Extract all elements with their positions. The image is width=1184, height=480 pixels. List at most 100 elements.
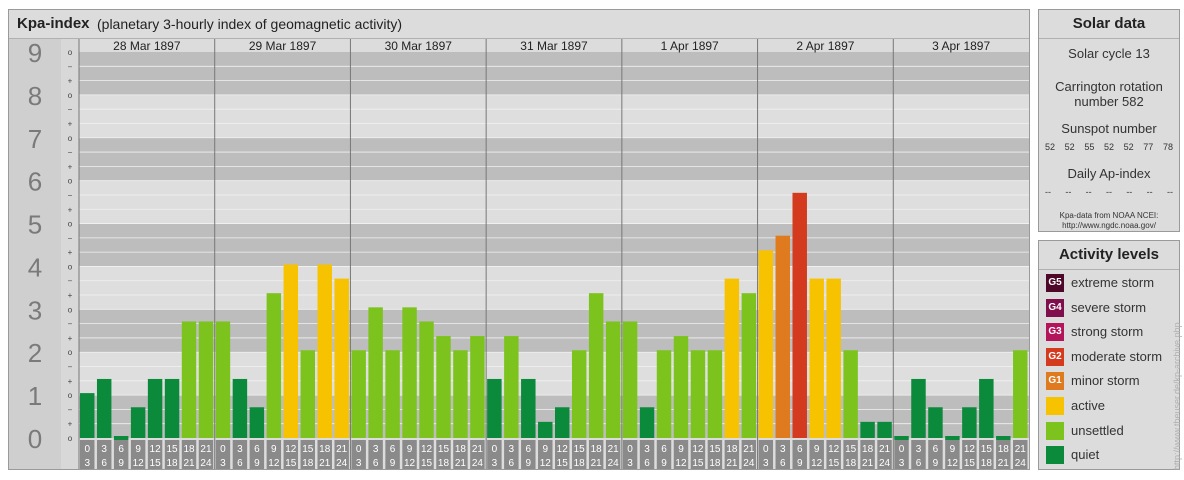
carrington-line-2: number 582 [1074,94,1144,109]
kp-bar [232,378,248,438]
interval-start: 6 [118,444,124,455]
interval-start: 21 [743,444,755,455]
interval-start: 3 [780,444,786,455]
interval-start: 12 [964,444,976,455]
sub-tick-label: − [68,320,73,329]
y-tick-label: 0 [28,424,42,454]
sub-tick-label: + [68,205,73,214]
kp-bar [470,336,485,438]
ap-value-1: -- [1065,187,1072,197]
sub-tick-label: + [68,377,73,386]
kp-bar [555,407,570,438]
interval-end: 21 [319,458,331,469]
y-tick-label: 4 [28,252,42,282]
legend-swatch: G2 [1046,347,1064,366]
interval-start: 18 [862,444,874,455]
interval-start: 0 [492,444,498,455]
kp-bar [588,293,604,438]
y-tick-label: 2 [28,338,42,368]
kp-bar [1013,350,1028,438]
sub-tick-label: + [68,119,73,128]
interval-start: 18 [455,444,467,455]
y-tick-label: 7 [28,124,42,154]
sub-tick-label: o [68,177,73,186]
kp-bar [334,278,349,438]
interval-start: 15 [438,444,450,455]
interval-end: 9 [526,458,532,469]
sub-tick-label: + [68,248,73,257]
interval-start: 3 [237,444,243,455]
sub-tick-label: o [68,220,73,229]
interval-start: 18 [998,444,1010,455]
interval-start: 3 [644,444,650,455]
kp-bar [368,307,383,438]
sub-tick-label: − [68,62,73,71]
kp-bar [164,378,180,438]
kp-bar [962,407,977,438]
sub-tick-label: − [68,234,73,243]
interval-end: 15 [557,458,569,469]
interval-start: 3 [916,444,922,455]
interval-start: 6 [526,444,532,455]
kp-bar [351,350,366,438]
sub-tick-label: + [68,334,73,343]
legend-swatch: G3 [1046,323,1064,342]
sub-tick-label: + [68,77,73,86]
kp-bar [928,407,943,438]
sub-tick-label: − [68,277,73,286]
interval-end: 3 [492,458,498,469]
interval-end: 12 [133,458,145,469]
interval-end: 6 [644,458,650,469]
interval-start: 6 [390,444,396,455]
legend-label: minor storm [1071,373,1140,389]
interval-start: 3 [101,444,107,455]
kp-bar [945,436,960,440]
kp-bar [147,378,163,438]
kp-bar [181,321,197,438]
interval-end: 9 [390,458,396,469]
kp-bar [402,307,417,438]
interval-start: 9 [271,444,277,455]
interval-end: 3 [899,458,905,469]
interval-start: 18 [183,444,195,455]
interval-start: 9 [135,444,141,455]
kp-bar [690,350,706,438]
interval-end: 3 [220,458,226,469]
sub-tick-label: o [68,134,73,143]
activity-levels-title: Activity levels [1039,241,1179,270]
interval-end: 6 [780,458,786,469]
kp-bar [622,321,638,438]
kp-bar [198,321,214,438]
interval-end: 15 [828,458,840,469]
sunspot-value-1: 52 [1064,142,1075,152]
band-7 [79,94,1029,138]
legend-swatch: G5 [1046,274,1064,292]
source-link[interactable]: http://www.ngdc.noaa.gov/ [1039,221,1179,231]
interval-start: 21 [472,444,484,455]
sunspot-values: 52 52 55 52 52 77 78 [1039,142,1179,152]
band-3 [79,266,1029,310]
credit-link[interactable]: http://www.theuser.de/kp-archive.php [1172,322,1182,470]
interval-start: 21 [200,444,212,455]
interval-end: 9 [118,458,124,469]
solar-data-panel: Solar data Solar cycle 13 Carrington rot… [1038,9,1180,232]
ap-title: Daily Ap-index [1067,166,1151,181]
interval-end: 6 [237,458,243,469]
solar-data-title: Solar data [1039,10,1179,39]
kp-bar [605,321,621,438]
source-line-1: Kpa-data from NOAA NCEI: [1059,211,1159,220]
legend-swatch: G1 [1046,372,1064,391]
kp-bar [979,378,994,438]
sub-tick-label: o [68,348,73,357]
sub-tick-label: o [68,391,73,400]
day-label: 30 Mar 1897 [385,39,453,53]
interval-start: 6 [661,444,667,455]
interval-start: 18 [591,444,603,455]
kp-bar [673,336,689,438]
day-label: 1 Apr 1897 [661,39,719,53]
interval-start: 0 [763,444,769,455]
kp-bar [571,350,587,438]
interval-end: 9 [661,458,667,469]
legend-swatch [1046,446,1064,465]
interval-end: 24 [743,458,755,469]
